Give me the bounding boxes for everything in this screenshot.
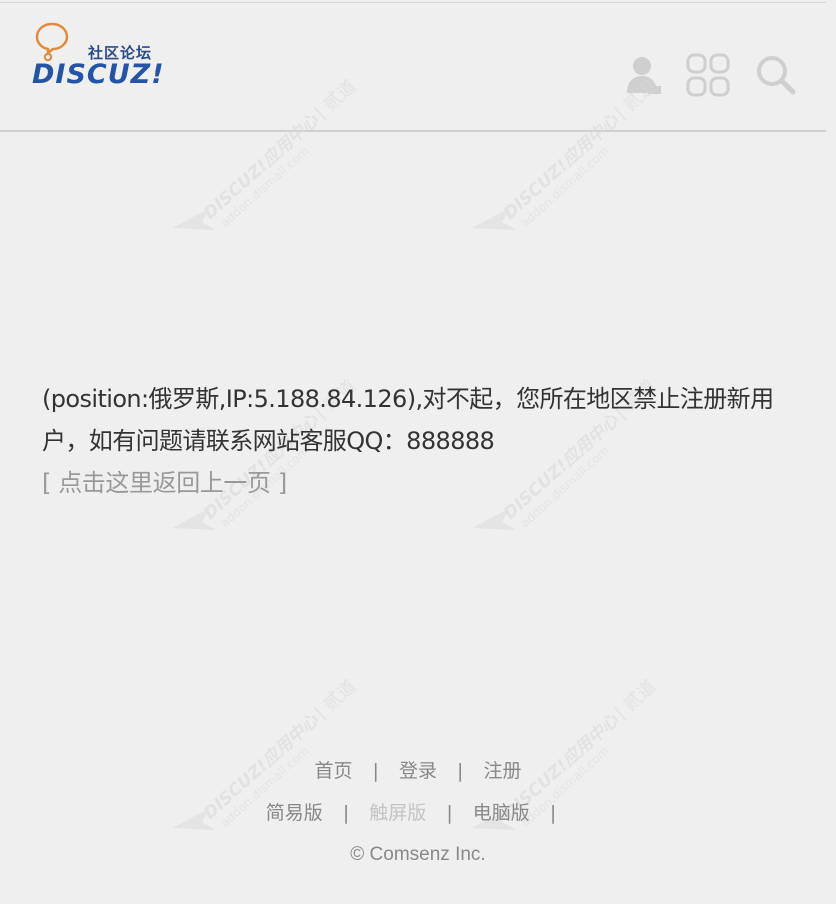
- footer-separator: |: [342, 802, 350, 824]
- watermark-arrow-icon: [172, 208, 216, 230]
- watermark-url: addon.dismall.com: [218, 144, 312, 230]
- footer-link-home[interactable]: 首页: [314, 760, 352, 782]
- error-message: (position:俄罗斯,IP:5.188.84.126),对不起，您所在地区…: [42, 385, 774, 455]
- footer: 首页 | 登录 | 注册 简易版 | 触屏版 | 电脑版 | © Comsenz…: [0, 752, 836, 878]
- watermark-tag: | 贰道: [611, 676, 661, 724]
- footer-link-touch[interactable]: 触屏版: [369, 802, 426, 824]
- footer-link-desktop[interactable]: 电脑版: [473, 802, 530, 824]
- back-link[interactable]: [ 点击这里返回上一页 ]: [42, 462, 287, 504]
- search-icon[interactable]: [754, 53, 798, 97]
- watermark-arrow-icon: [472, 208, 516, 230]
- site-logo[interactable]: 社区论坛 DISCUZ!: [28, 21, 168, 91]
- footer-separator: |: [457, 760, 464, 782]
- apps-grid-icon[interactable]: [686, 53, 730, 97]
- footer-nav-row-1: 首页 | 登录 | 注册: [0, 752, 836, 794]
- logo-wordmark: DISCUZ!: [32, 59, 165, 90]
- message-panel: (position:俄罗斯,IP:5.188.84.126),对不起，您所在地区…: [42, 378, 802, 504]
- logo-bubble-icon: [35, 22, 69, 62]
- watermark-arrow-icon: [172, 508, 216, 530]
- footer-nav-row-2: 简易版 | 触屏版 | 电脑版 |: [0, 794, 836, 836]
- footer-link-login[interactable]: 登录: [399, 760, 437, 782]
- copyright: © Comsenz Inc.: [350, 844, 486, 865]
- footer-separator: |: [446, 802, 453, 824]
- header: 社区论坛 DISCUZ!: [0, 3, 826, 132]
- watermark-tag: | 贰道: [311, 676, 361, 724]
- footer-link-register[interactable]: 注册: [484, 760, 522, 782]
- footer-link-simple[interactable]: 简易版: [266, 802, 323, 824]
- watermark-url: addon.dismall.com: [518, 144, 612, 230]
- watermark-arrow-icon: [472, 508, 516, 530]
- footer-separator: |: [372, 760, 379, 782]
- footer-separator: |: [549, 802, 557, 824]
- user-icon[interactable]: [622, 53, 666, 97]
